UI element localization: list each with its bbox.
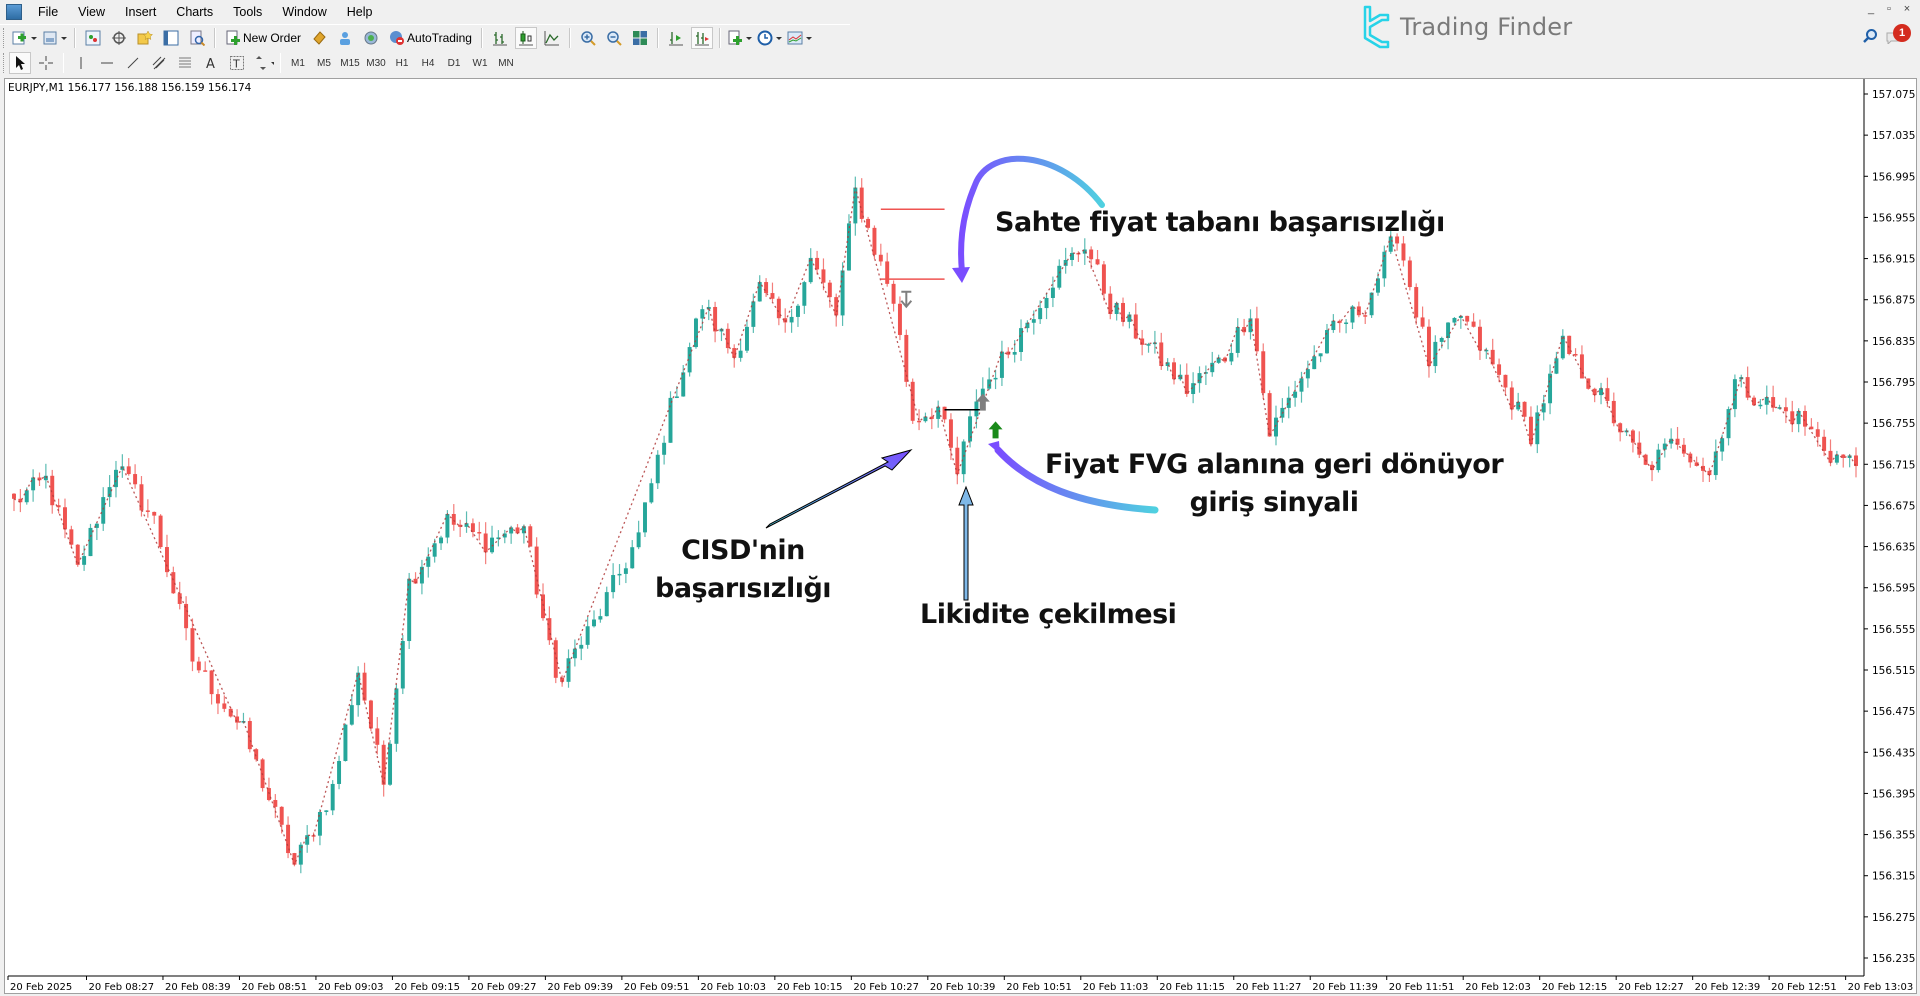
toolbar-grip[interactable] (3, 53, 4, 73)
text-tool-button[interactable]: A (200, 52, 222, 74)
timeframe-m5[interactable]: M5 (313, 52, 335, 74)
metaeditor-button[interactable] (308, 27, 330, 49)
minimize-button[interactable]: _ (1862, 3, 1880, 15)
menu-window[interactable]: Window (272, 3, 336, 21)
trading-finder-logo-icon (1363, 5, 1390, 49)
strategy-tester-button[interactable] (186, 27, 208, 49)
toolbar-separator (718, 28, 721, 48)
menu-insert[interactable]: Insert (115, 3, 166, 21)
line-chart-button[interactable] (541, 27, 563, 49)
timeframe-mn[interactable]: MN (495, 52, 517, 74)
search-icon[interactable] (1862, 28, 1878, 47)
standard-toolbar: New Order AutoTrading (0, 24, 850, 51)
toolbar-separator (568, 28, 571, 48)
market-button[interactable] (360, 27, 382, 49)
annotation-cisd-line2: başarısızlığı (655, 573, 832, 604)
new-chart-button[interactable] (12, 27, 38, 49)
chart-symbol-header: EURJPY,M1 156.177 156.188 156.159 156.17… (8, 82, 252, 94)
equidistant-channel-button[interactable] (148, 52, 170, 74)
autotrading-button[interactable]: AutoTrading (386, 27, 475, 49)
profiles-button[interactable] (42, 27, 68, 49)
annotation-liquidity: Likidite çekilmesi (920, 599, 1177, 630)
bar-chart-button[interactable] (489, 27, 511, 49)
drawing-toolbar: A T M1 M5 M15 M30 H1 H4 D1 W1 MN (0, 50, 514, 76)
notification-badge[interactable]: 1 (1893, 24, 1911, 42)
timeframe-w1[interactable]: W1 (469, 52, 491, 74)
chart-shift-button[interactable] (665, 27, 687, 49)
templates-button[interactable] (787, 27, 813, 49)
annotation-fvg-line2: giriş sinyali (1189, 487, 1360, 518)
arrows-button[interactable] (252, 52, 274, 74)
horizontal-line-button[interactable] (96, 52, 118, 74)
app-icon (6, 4, 22, 20)
menu-view[interactable]: View (68, 3, 115, 21)
indicators-button[interactable] (727, 27, 753, 49)
cursor-tool-button[interactable] (9, 52, 31, 74)
text-label-button[interactable]: T (226, 52, 248, 74)
periods-button[interactable] (757, 27, 783, 49)
toolbar-separator (280, 53, 281, 73)
chart-window[interactable] (4, 78, 1917, 994)
vertical-line-button[interactable] (70, 52, 92, 74)
zoom-in-button[interactable] (577, 27, 599, 49)
timeframe-h4[interactable]: H4 (417, 52, 439, 74)
new-order-label: New Order (243, 31, 302, 45)
fibonacci-button[interactable] (174, 52, 196, 74)
menu-bar: File View Insert Charts Tools Window Hel… (0, 0, 1920, 24)
annotation-cisd-line1: CISD'nin (681, 535, 805, 566)
timeframe-m15[interactable]: M15 (339, 52, 361, 74)
menu-help[interactable]: Help (337, 3, 383, 21)
annotation-cisd: CISD'nin başarısızlığı (655, 532, 832, 608)
toolbar-grip[interactable] (3, 28, 7, 48)
timeframe-m30[interactable]: M30 (365, 52, 387, 74)
autotrading-label: AutoTrading (407, 31, 472, 45)
svg-text:T: T (232, 58, 240, 71)
candlestick-chart-button[interactable] (514, 27, 537, 49)
autoscroll-button[interactable] (690, 27, 713, 49)
toolbar-separator (656, 28, 659, 48)
timeframe-m1[interactable]: M1 (287, 52, 309, 74)
terminal-button[interactable] (160, 27, 182, 49)
menu-tools[interactable]: Tools (223, 3, 272, 21)
annotation-fvg-line1: Fiyat FVG alanına geri dönüyor (1045, 449, 1504, 480)
svg-text:A: A (206, 57, 215, 71)
toolbar-separator (63, 53, 64, 73)
annotation-fake-floor: Sahte fiyat tabanı başarısızlığı (995, 207, 1445, 238)
logo-text: Trading Finder (1400, 13, 1573, 41)
close-button[interactable]: × (1898, 3, 1916, 15)
timeframe-h1[interactable]: H1 (391, 52, 413, 74)
trendline-button[interactable] (122, 52, 144, 74)
restore-button[interactable]: ▫ (1880, 3, 1898, 15)
crosshair-tool-button[interactable] (35, 52, 57, 74)
tile-windows-button[interactable] (629, 27, 651, 49)
toolbar-separator (74, 28, 76, 48)
menu-charts[interactable]: Charts (166, 3, 223, 21)
annotation-fvg: Fiyat FVG alanına geri dönüyor giriş sin… (1045, 446, 1504, 522)
market-watch-button[interactable] (82, 27, 104, 49)
toolbar-separator (480, 28, 483, 48)
toolbar-separator (214, 28, 216, 48)
trading-finder-logo: Trading Finder (1362, 5, 1573, 49)
navigator-button[interactable] (134, 27, 156, 49)
signals-button[interactable] (334, 27, 356, 49)
menu-file[interactable]: File (28, 3, 68, 21)
data-window-button[interactable] (108, 27, 130, 49)
timeframe-d1[interactable]: D1 (443, 52, 465, 74)
zoom-out-button[interactable] (603, 27, 625, 49)
new-order-button[interactable]: New Order (222, 27, 304, 49)
